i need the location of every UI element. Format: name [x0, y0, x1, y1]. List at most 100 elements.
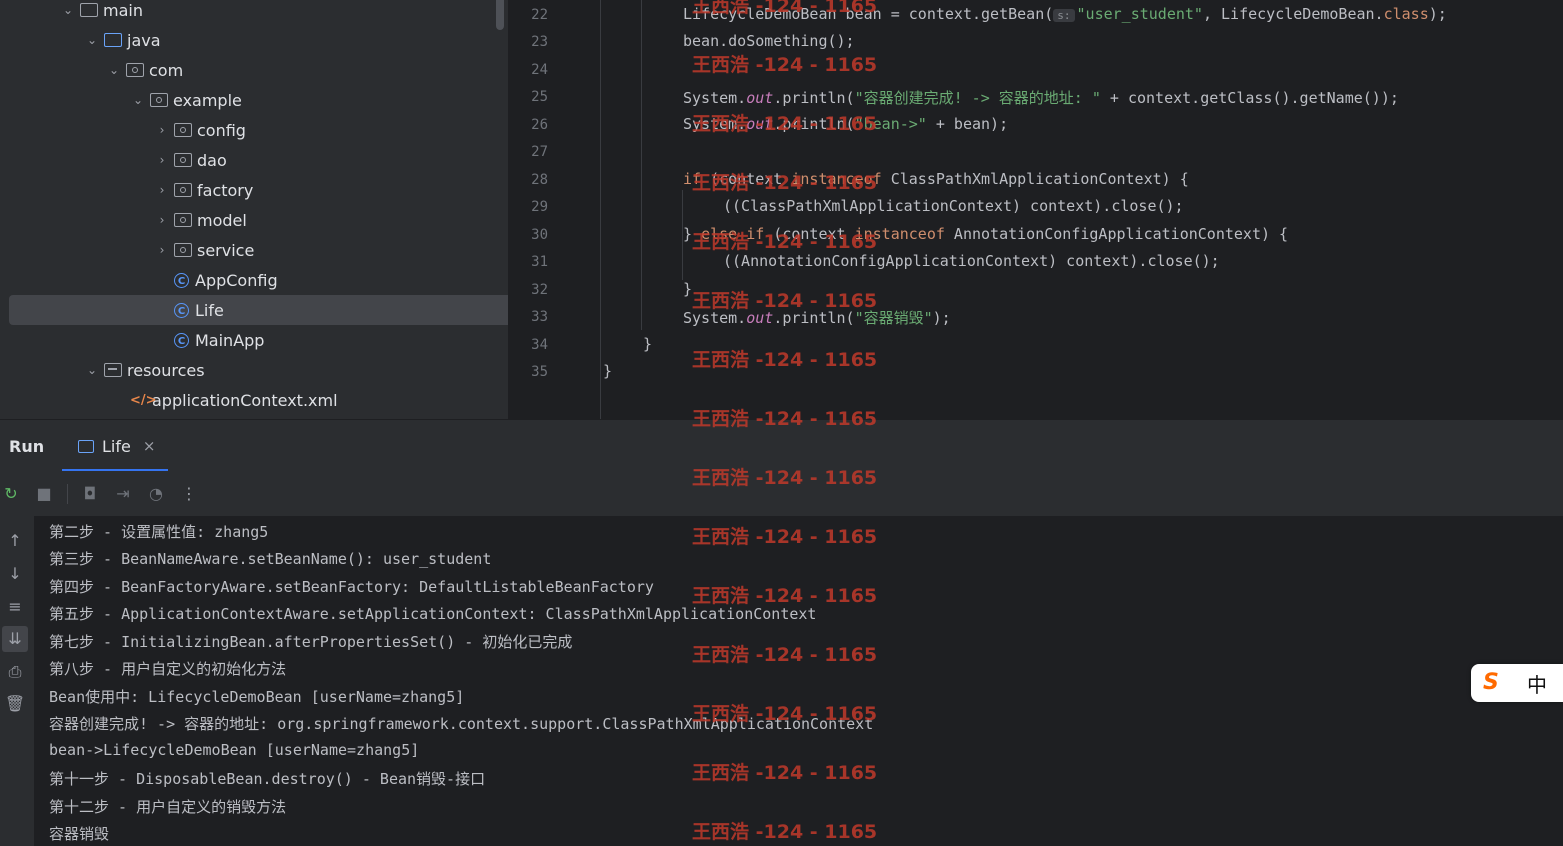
ime-status-widget[interactable]: S 中 [1471, 664, 1563, 702]
login-icon[interactable]: ⇥ [112, 483, 134, 505]
tree-item-mainapp[interactable]: C MainApp [0, 325, 508, 355]
console-line: 容器创建完成! -> 容器的地址: org.springframework.co… [49, 715, 874, 733]
ime-logo-icon: S [1483, 670, 1499, 695]
tree-item-label: Life [195, 300, 224, 320]
tree-item-label: model [197, 210, 247, 230]
project-tree: ⌄ main ⌄ java ⌄ com ⌄ example › config ›… [0, 0, 508, 419]
line-number: 22 [531, 7, 548, 23]
class-icon: C [174, 332, 189, 348]
package-icon [126, 63, 144, 77]
line-number: 26 [531, 117, 548, 133]
tree-item-label: com [149, 60, 184, 80]
tree-item-label: AppConfig [195, 270, 278, 290]
trash-icon[interactable]: 🗑 [2, 691, 28, 717]
console-line: 容器销毁 [49, 825, 110, 843]
package-icon [174, 183, 192, 197]
code-line-34: } [643, 335, 653, 353]
line-number: 25 [531, 89, 548, 105]
tree-item-life[interactable]: C Life [9, 295, 508, 325]
code-line-33: System.out.println("容器销毁"); [683, 309, 951, 327]
chevron-down-icon[interactable]: ⌄ [106, 62, 122, 78]
tree-item-service[interactable]: › service [0, 235, 508, 265]
tree-item-config[interactable]: › config [0, 115, 508, 145]
code-line-30: } else if (context instanceof Annotation… [683, 225, 1289, 243]
code-line-28: if (context instanceof ClassPathXmlAppli… [683, 170, 1189, 188]
rerun-icon[interactable]: ↻ [0, 483, 22, 505]
chevron-right-icon[interactable]: › [154, 152, 170, 168]
package-icon [174, 153, 192, 167]
code-line-25: System.out.println("容器创建完成! -> 容器的地址: " … [683, 89, 1399, 107]
tree-item-label: factory [197, 180, 254, 200]
tree-item-com[interactable]: ⌄ com [0, 55, 508, 85]
xml-file-icon: </> [130, 392, 157, 408]
chevron-right-icon[interactable]: › [154, 212, 170, 228]
arrow-up-icon[interactable]: ↑ [2, 528, 28, 554]
line-number: 23 [531, 34, 548, 50]
tree-item-label: resources [127, 360, 205, 380]
tree-item-factory[interactable]: › factory [0, 175, 508, 205]
console-line: 第十一步 - DisposableBean.destroy() - Bean销毁… [49, 770, 486, 788]
line-number: 29 [531, 199, 548, 215]
code-line-31: ((AnnotationConfigApplicationContext) co… [723, 252, 1220, 270]
indent-guide [641, 0, 642, 330]
console-line: Bean使用中: LifecycleDemoBean [userName=zha… [49, 688, 465, 706]
run-panel-title[interactable]: Run [9, 437, 44, 456]
soft-wrap-icon[interactable]: ≡ [2, 594, 28, 620]
tree-item-java[interactable]: ⌄ java [0, 25, 508, 55]
code-line-35: } [603, 362, 613, 380]
print-icon[interactable]: ⎙ [2, 659, 28, 685]
package-icon [150, 93, 168, 107]
scroll-to-end-icon[interactable]: ⇊ [2, 626, 28, 652]
more-options-icon[interactable]: ⋮ [178, 483, 200, 505]
tree-item-label: MainApp [195, 330, 265, 350]
tree-item-model[interactable]: › model [0, 205, 508, 235]
ime-mode-toggle[interactable]: 中 [1527, 669, 1547, 698]
chevron-down-icon[interactable]: ⌄ [130, 92, 146, 108]
line-number: 33 [531, 309, 548, 325]
line-number: 30 [531, 227, 548, 243]
code-line-22: LifecycleDemoBean bean = context.getBean… [683, 5, 1447, 23]
source-folder-icon [104, 33, 122, 47]
resources-folder-icon [104, 363, 122, 377]
tree-item-appconfig[interactable]: C AppConfig [0, 265, 508, 295]
tab-life[interactable]: Life × [62, 420, 168, 472]
console-line: 第七步 - InitializingBean.afterPropertiesSe… [49, 633, 573, 651]
chevron-down-icon[interactable]: ⌄ [84, 32, 100, 48]
tree-item-dao[interactable]: › dao [0, 145, 508, 175]
line-number: 24 [531, 62, 548, 78]
code-line-26: System.out.println("bean->" + bean); [683, 115, 1009, 133]
chevron-down-icon[interactable]: ⌄ [60, 2, 76, 18]
toolbar-separator [67, 483, 68, 504]
camera-icon[interactable]: ◘ [79, 483, 101, 505]
console-line: 第五步 - ApplicationContextAware.setApplica… [49, 605, 817, 623]
tree-item-example[interactable]: ⌄ example [0, 85, 508, 115]
code-line-23: bean.doSomething(); [683, 32, 855, 50]
chevron-right-icon[interactable]: › [154, 242, 170, 258]
tree-item-main[interactable]: ⌄ main [0, 0, 508, 25]
tab-label: Life [102, 436, 131, 456]
tree-item-label: main [103, 0, 143, 20]
code-line-29: ((ClassPathXmlApplicationContext) contex… [723, 197, 1184, 215]
console-line: bean->LifecycleDemoBean [userName=zhang5… [49, 741, 420, 759]
console-output[interactable]: 第二步 - 设置属性值: zhang5 第三步 - BeanNameAware.… [34, 516, 1563, 846]
line-number: 31 [531, 254, 548, 270]
package-icon [174, 213, 192, 227]
tree-item-applicationcontext-xml[interactable]: </> applicationContext.xml [0, 385, 508, 415]
arrow-down-icon[interactable]: ↓ [2, 561, 28, 587]
tree-item-label: service [197, 240, 255, 260]
console-line: 第三步 - BeanNameAware.setBeanName(): user_… [49, 550, 492, 568]
line-number: 32 [531, 282, 548, 298]
code-line-32: } [683, 280, 693, 298]
chevron-down-icon[interactable]: ⌄ [84, 362, 100, 378]
indent-guide [600, 0, 601, 419]
console-line: 第四步 - BeanFactoryAware.setBeanFactory: D… [49, 578, 654, 596]
chevron-right-icon[interactable]: › [154, 122, 170, 138]
gauge-icon[interactable]: ◔ [145, 483, 167, 505]
tree-item-resources[interactable]: ⌄ resources [0, 355, 508, 385]
tree-item-label: applicationContext.xml [152, 390, 338, 410]
chevron-right-icon[interactable]: › [154, 182, 170, 198]
close-icon[interactable]: × [143, 437, 156, 455]
stop-icon[interactable]: ■ [33, 483, 55, 505]
code-editor[interactable]: 22 23 24 25 26 27 28 29 30 31 32 33 34 3… [508, 0, 1563, 419]
class-icon: C [174, 272, 189, 288]
